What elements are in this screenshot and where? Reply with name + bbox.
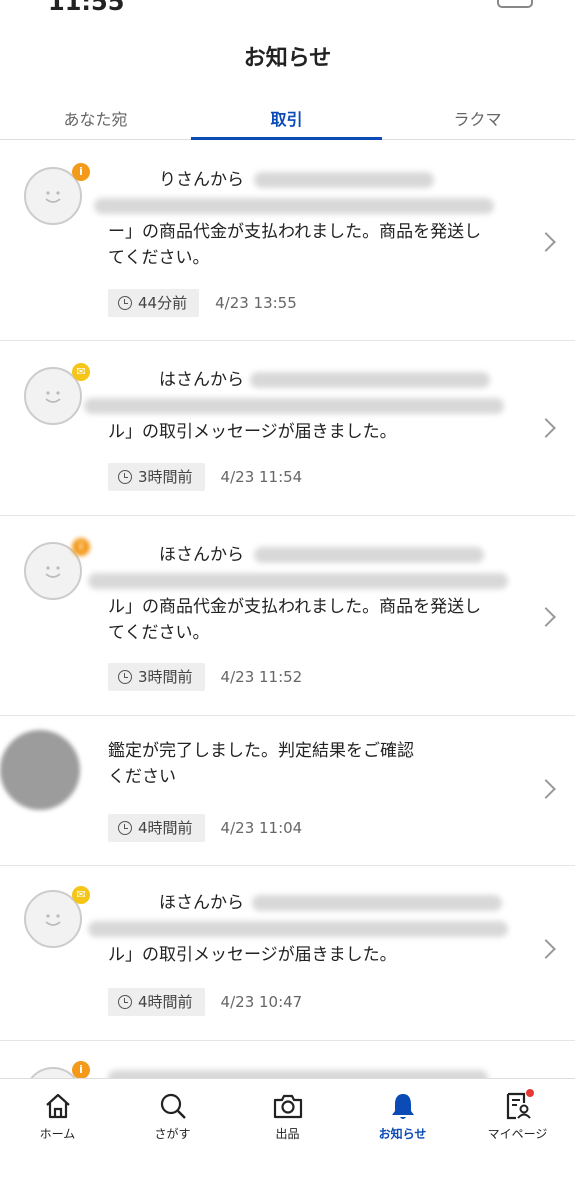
notification-message: 鑑定が完了しました。判定結果をご確認 ください	[108, 741, 414, 787]
nav-notifications[interactable]: お知らせ	[345, 1091, 460, 1142]
info-badge-icon: i	[72, 538, 90, 556]
nav-label: ホーム	[39, 1127, 76, 1141]
tab-bar: あなた宛 取引 ラクマ	[0, 96, 575, 140]
notification-item[interactable]: i りさんから ー」の商品代金が支払われました。商品を発送し てください。 44…	[0, 141, 575, 341]
tab-for-you[interactable]: あなた宛	[0, 106, 191, 130]
redacted-text	[252, 895, 502, 911]
mail-badge-icon: ✉	[72, 886, 90, 904]
redacted-text	[88, 921, 508, 937]
info-badge-icon: i	[72, 1061, 90, 1079]
notification-meta: 3時間前 4/23 11:52	[108, 663, 302, 691]
camera-icon	[273, 1094, 302, 1119]
elapsed-time-chip: 3時間前	[108, 663, 205, 691]
avatar	[0, 730, 80, 810]
nav-label: さがす	[154, 1127, 191, 1141]
elapsed-time-chip: 44分前	[108, 289, 200, 317]
clock-icon	[118, 995, 132, 1009]
redacted-text	[254, 547, 484, 563]
notification-meta: 4時間前 4/23 10:47	[108, 988, 302, 1016]
page-title: お知らせ	[243, 46, 332, 71]
search-icon	[160, 1093, 186, 1119]
home-icon	[45, 1093, 70, 1119]
notification-date: 4/23 11:54	[220, 468, 303, 486]
header: お知らせ	[0, 0, 575, 100]
elapsed-time-chip: 3時間前	[108, 463, 205, 491]
notification-meta: 44分前 4/23 13:55	[108, 289, 297, 317]
notification-item[interactable]: ✉ はさんから ル」の取引メッセージが届きました。 3時間前 4/23 11:54	[0, 341, 575, 516]
redacted-text	[254, 172, 434, 188]
notification-date: 4/23 11:04	[220, 819, 303, 837]
notification-message: ほさんから ル」の商品代金が支払われました。商品を発送し てください。	[88, 542, 548, 646]
clock-icon	[118, 821, 132, 835]
alert-dot	[526, 1089, 534, 1097]
notification-date: 4/23 13:55	[215, 294, 297, 312]
clock-icon	[118, 470, 132, 484]
nav-label: お知らせ	[378, 1127, 427, 1141]
notification-item[interactable]: ✉ ほさんから ル」の取引メッセージが届きました。 4時間前 4/23 10:47	[0, 866, 575, 1041]
elapsed-time-chip: 4時間前	[108, 988, 205, 1016]
smiley-icon	[45, 391, 61, 403]
notification-date: 4/23 11:52	[220, 668, 303, 686]
info-badge-icon: i	[72, 163, 90, 181]
tab-rakuma[interactable]: ラクマ	[382, 106, 573, 130]
notification-message: はさんから ル」の取引メッセージが届きました。	[84, 367, 548, 445]
nav-mypage[interactable]: マイページ	[460, 1089, 575, 1142]
bell-icon	[391, 1094, 414, 1119]
clock-icon	[118, 670, 132, 684]
nav-label: マイページ	[487, 1127, 548, 1141]
notification-list: i りさんから ー」の商品代金が支払われました。商品を発送し てください。 44…	[0, 141, 575, 1125]
mail-badge-icon: ✉	[72, 363, 90, 381]
notification-date: 4/23 10:47	[220, 993, 303, 1011]
active-tab-indicator	[191, 137, 382, 140]
notification-item[interactable]: 鑑定が完了しました。判定結果をご確認 ください 4時間前 4/23 11:04	[0, 716, 575, 866]
nav-label: 出品	[275, 1127, 300, 1141]
notification-meta: 3時間前 4/23 11:54	[108, 463, 302, 491]
tab-transactions[interactable]: 取引	[191, 106, 382, 130]
redacted-text	[250, 372, 490, 388]
bottom-navigation: ホーム さがす 出品 お知らせ マイページ	[0, 1078, 575, 1200]
smiley-icon	[45, 191, 61, 203]
elapsed-time-chip: 4時間前	[108, 814, 205, 842]
nav-home[interactable]: ホーム	[0, 1091, 115, 1142]
redacted-text	[88, 573, 508, 589]
redacted-text	[94, 198, 494, 214]
nav-sell[interactable]: 出品	[230, 1091, 345, 1142]
notification-message: りさんから ー」の商品代金が支払われました。商品を発送し てください。	[94, 167, 548, 271]
smiley-icon	[45, 566, 61, 578]
notification-item[interactable]: i ほさんから ル」の商品代金が支払われました。商品を発送し てください。 3時…	[0, 516, 575, 716]
clock-icon	[118, 296, 132, 310]
notification-message: ほさんから ル」の取引メッセージが届きました。	[88, 890, 548, 968]
nav-search[interactable]: さがす	[115, 1091, 230, 1142]
smiley-icon	[45, 914, 61, 926]
redacted-text	[84, 398, 504, 414]
notification-meta: 4時間前 4/23 11:04	[108, 814, 302, 842]
